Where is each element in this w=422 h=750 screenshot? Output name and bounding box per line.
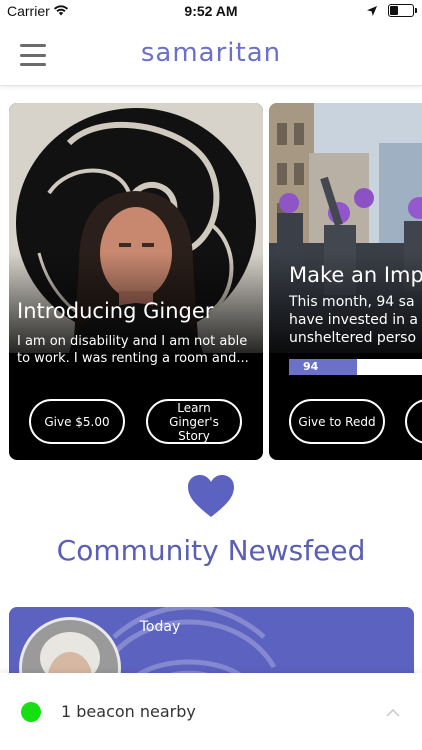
impact-progress-fill: 94 bbox=[289, 359, 357, 375]
story-carousel[interactable]: Introducing Ginger I am on disability an… bbox=[9, 103, 422, 460]
feed-date: Today bbox=[139, 619, 181, 635]
beacon-status-dot bbox=[21, 702, 41, 722]
story-card-impact[interactable]: Make an Imp This month, 94 sa have inves… bbox=[269, 103, 422, 460]
card-description: This month, 94 sa have invested in a uns… bbox=[289, 294, 418, 346]
give-button[interactable]: Give $5.00 bbox=[29, 399, 125, 444]
location-arrow-icon bbox=[367, 5, 377, 16]
beacon-bar[interactable]: 1 beacon nearby bbox=[0, 673, 422, 750]
card-description: I am on disability and I am not able to … bbox=[17, 334, 249, 366]
learn-story-button[interactable]: Learn Ginger's Story bbox=[146, 399, 242, 444]
chevron-up-icon[interactable] bbox=[386, 706, 400, 720]
beacon-status-text: 1 beacon nearby bbox=[61, 702, 196, 721]
impact-progress-bar: 94 bbox=[289, 359, 422, 375]
battery-level bbox=[390, 6, 398, 15]
status-bar: Carrier 9:52 AM bbox=[0, 0, 422, 22]
story-card-ginger[interactable]: Introducing Ginger I am on disability an… bbox=[9, 103, 263, 460]
give-to-redd-button[interactable]: Give to Redd bbox=[289, 399, 385, 444]
nav-bar: samaritan bbox=[0, 22, 422, 86]
heart-icon bbox=[188, 475, 234, 517]
app-title: samaritan bbox=[140, 38, 282, 68]
newsfeed-heading: Community Newsfeed bbox=[56, 534, 366, 567]
card-title: Introducing Ginger bbox=[17, 299, 214, 323]
secondary-button[interactable] bbox=[405, 399, 422, 444]
clock: 9:52 AM bbox=[184, 3, 238, 19]
battery-icon bbox=[388, 4, 417, 17]
card-title: Make an Imp bbox=[289, 263, 422, 287]
